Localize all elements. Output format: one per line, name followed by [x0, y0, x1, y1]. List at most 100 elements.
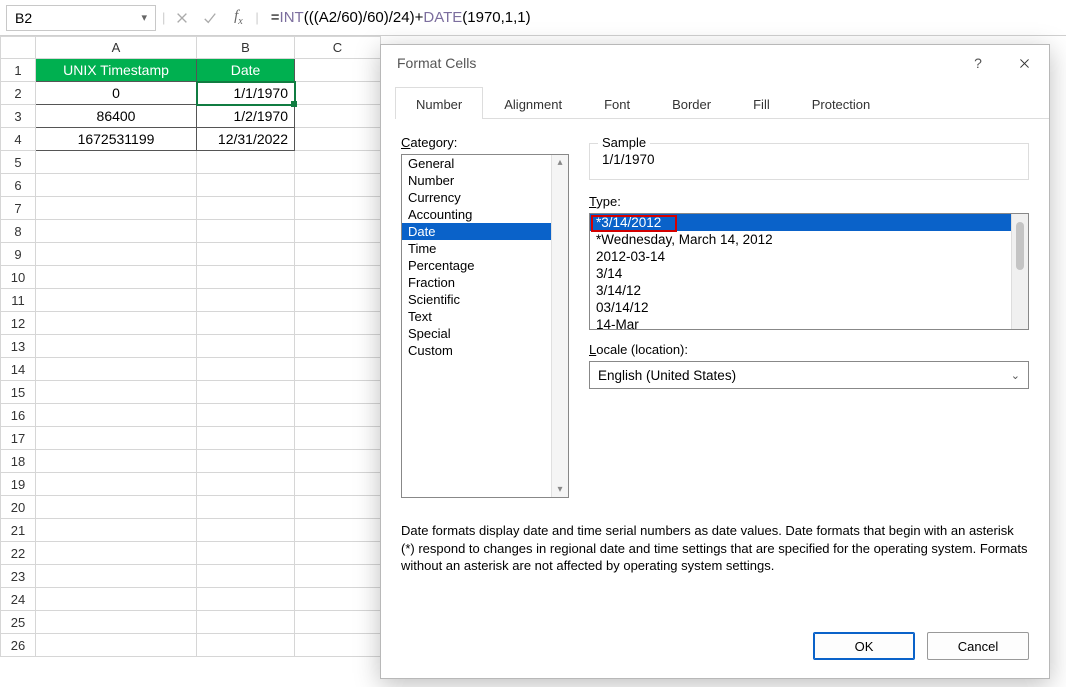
cell[interactable]	[295, 151, 381, 174]
cell[interactable]	[197, 519, 295, 542]
cell-B1[interactable]: Date	[197, 59, 295, 82]
type-item[interactable]: *3/14/2012	[590, 214, 1028, 231]
fx-icon[interactable]: fx	[227, 7, 249, 29]
cell[interactable]	[36, 289, 197, 312]
locale-dropdown[interactable]: English (United States) ⌄	[589, 361, 1029, 389]
cell[interactable]	[197, 289, 295, 312]
cell[interactable]	[295, 358, 381, 381]
cell-B4[interactable]: 12/31/2022	[197, 128, 295, 151]
cell[interactable]	[295, 220, 381, 243]
cell[interactable]	[295, 289, 381, 312]
cell[interactable]	[295, 174, 381, 197]
cell[interactable]	[295, 381, 381, 404]
cell[interactable]	[295, 335, 381, 358]
category-item[interactable]: Currency	[402, 189, 568, 206]
cancel-button[interactable]: Cancel	[927, 632, 1029, 660]
row-header[interactable]: 25	[1, 611, 36, 634]
col-header-B[interactable]: B	[197, 37, 295, 59]
row-header[interactable]: 18	[1, 450, 36, 473]
cell[interactable]	[295, 450, 381, 473]
cell[interactable]	[295, 266, 381, 289]
cell[interactable]	[295, 542, 381, 565]
cell[interactable]	[36, 542, 197, 565]
row-header[interactable]: 7	[1, 197, 36, 220]
cell[interactable]	[295, 588, 381, 611]
type-item[interactable]: 03/14/12	[590, 299, 1028, 316]
row-header[interactable]: 10	[1, 266, 36, 289]
cell[interactable]	[36, 335, 197, 358]
row-header[interactable]: 17	[1, 427, 36, 450]
tab-font[interactable]: Font	[583, 87, 651, 119]
cell[interactable]	[36, 243, 197, 266]
category-item[interactable]: Time	[402, 240, 568, 257]
row-header[interactable]: 15	[1, 381, 36, 404]
cell[interactable]	[197, 381, 295, 404]
cell[interactable]	[197, 358, 295, 381]
close-button[interactable]	[1003, 47, 1045, 79]
category-item[interactable]: Scientific	[402, 291, 568, 308]
scrollbar[interactable]	[1011, 214, 1028, 329]
row-header[interactable]: 4	[1, 128, 36, 151]
cell[interactable]	[197, 450, 295, 473]
category-item[interactable]: General	[402, 155, 568, 172]
cell[interactable]	[295, 634, 381, 657]
category-item[interactable]: Date	[402, 223, 568, 240]
row-header[interactable]: 1	[1, 59, 36, 82]
cell[interactable]	[36, 404, 197, 427]
name-box[interactable]: B2 ▾	[6, 5, 156, 31]
cell[interactable]	[36, 266, 197, 289]
cancel-formula-icon[interactable]	[171, 7, 193, 29]
type-item[interactable]: 2012-03-14	[590, 248, 1028, 265]
cell[interactable]	[197, 243, 295, 266]
row-header[interactable]: 3	[1, 105, 36, 128]
grid[interactable]: A B C 1 UNIX Timestamp Date 2 0 1/1/1970…	[0, 36, 381, 657]
row-header[interactable]: 19	[1, 473, 36, 496]
cell[interactable]	[36, 197, 197, 220]
cell[interactable]	[197, 588, 295, 611]
cell[interactable]	[197, 427, 295, 450]
formula-input[interactable]: =INT(((A2/60)/60)/24)+DATE(1970,1,1)	[265, 9, 1060, 26]
cell[interactable]	[295, 611, 381, 634]
cell[interactable]	[197, 611, 295, 634]
cell-C4[interactable]	[295, 128, 381, 151]
category-item[interactable]: Text	[402, 308, 568, 325]
row-header[interactable]: 20	[1, 496, 36, 519]
cell-C3[interactable]	[295, 105, 381, 128]
row-header[interactable]: 16	[1, 404, 36, 427]
cell[interactable]	[295, 312, 381, 335]
cell[interactable]	[36, 611, 197, 634]
cell[interactable]	[36, 473, 197, 496]
tab-fill[interactable]: Fill	[732, 87, 791, 119]
col-header-A[interactable]: A	[36, 37, 197, 59]
cell[interactable]	[36, 427, 197, 450]
row-header[interactable]: 5	[1, 151, 36, 174]
row-header[interactable]: 21	[1, 519, 36, 542]
cell[interactable]	[36, 496, 197, 519]
row-header[interactable]: 26	[1, 634, 36, 657]
cell-A3[interactable]: 86400	[36, 105, 197, 128]
name-box-dropdown-icon[interactable]: ▾	[141, 11, 147, 24]
row-header[interactable]: 14	[1, 358, 36, 381]
cell-B3[interactable]: 1/2/1970	[197, 105, 295, 128]
row-header[interactable]: 12	[1, 312, 36, 335]
cell-A4[interactable]: 1672531199	[36, 128, 197, 151]
row-header[interactable]: 22	[1, 542, 36, 565]
cell[interactable]	[197, 496, 295, 519]
cell-A2[interactable]: 0	[36, 82, 197, 105]
cell[interactable]	[36, 220, 197, 243]
scrollbar[interactable]: ▴▾	[551, 155, 568, 497]
cell[interactable]	[197, 473, 295, 496]
cell[interactable]	[36, 358, 197, 381]
cell[interactable]	[36, 312, 197, 335]
cell[interactable]	[197, 634, 295, 657]
row-header[interactable]: 2	[1, 82, 36, 105]
cell[interactable]	[36, 519, 197, 542]
category-item[interactable]: Percentage	[402, 257, 568, 274]
scroll-down-icon[interactable]: ▾	[557, 484, 562, 495]
cell-C2[interactable]	[295, 82, 381, 105]
cell[interactable]	[36, 588, 197, 611]
cell[interactable]	[36, 174, 197, 197]
cell[interactable]	[295, 473, 381, 496]
cell[interactable]	[197, 151, 295, 174]
cell[interactable]	[197, 220, 295, 243]
